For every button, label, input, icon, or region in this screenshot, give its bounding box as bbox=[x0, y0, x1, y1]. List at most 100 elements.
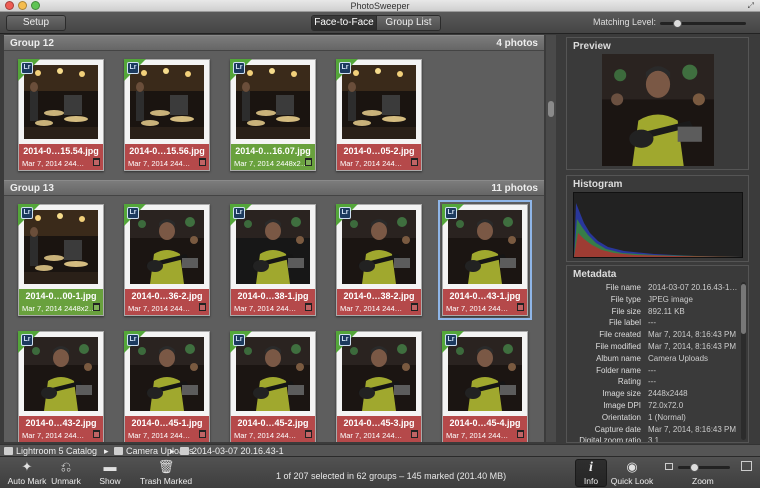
photo-info-strip: 2014-0…38-1.jpg Mar 7, 2014 244… bbox=[231, 289, 315, 315]
unmark-icon: ⎌ bbox=[60, 459, 72, 474]
metadata-key: File type bbox=[610, 294, 641, 304]
trash-mark-icon[interactable] bbox=[199, 430, 206, 438]
photo-card[interactable]: Lr 2014-0…15.56.jpg Mar 7, 2014 244… bbox=[124, 59, 210, 171]
path-bar: Lightroom 5 Catalog ▸ Camera Uploads ▸ 2… bbox=[0, 444, 760, 456]
trash-mark-icon[interactable] bbox=[93, 430, 100, 438]
lightroom-icon: Lr bbox=[233, 62, 245, 74]
show-marked-button[interactable]: ▬ Show Marked bbox=[85, 460, 135, 488]
zoom-slider[interactable] bbox=[678, 463, 730, 472]
metadata-row: Album name Camera Uploads bbox=[567, 353, 742, 365]
lightroom-icon: Lr bbox=[339, 207, 351, 219]
matching-level-slider[interactable] bbox=[660, 19, 746, 28]
metadata-title: Metadata bbox=[573, 269, 617, 280]
photo-meta: Mar 7, 2014 244… bbox=[340, 304, 403, 313]
eye-icon: ◉ bbox=[626, 459, 638, 474]
grid-scrollbar[interactable] bbox=[546, 35, 556, 442]
photo-card[interactable]: Lr 2014-0…38-2.jpg Mar 7, 2014 244… bbox=[336, 204, 422, 316]
tab-group-list[interactable]: Group List bbox=[376, 16, 440, 30]
lightroom-icon: Lr bbox=[21, 62, 33, 74]
photo-info-strip: 2014-0…38-2.jpg Mar 7, 2014 244… bbox=[337, 289, 421, 315]
metadata-key: Image size bbox=[602, 389, 641, 399]
metadata-row: File type JPEG image bbox=[567, 294, 742, 306]
trash-mark-icon[interactable] bbox=[411, 303, 418, 311]
trash-mark-icon[interactable] bbox=[411, 430, 418, 438]
photo-meta: Mar 7, 2014 2448x2… bbox=[22, 304, 97, 313]
photo-filename: 2014-0…43-1.jpg bbox=[449, 291, 521, 301]
metadata-value: 72.0x72.0 bbox=[648, 400, 684, 410]
unmark-button[interactable]: ⎌ Unmark bbox=[50, 459, 82, 487]
grid-scrollbar-thumb[interactable] bbox=[548, 101, 554, 117]
metadata-scrollbar-thumb[interactable] bbox=[741, 284, 746, 334]
metadata-row: File name 2014-03-07 20.16.43-1… bbox=[567, 282, 742, 294]
metadata-panel: Metadata File name 2014-03-07 20.16.43-1… bbox=[566, 265, 749, 443]
magic-wand-icon: ✦ bbox=[21, 459, 33, 474]
photo-card[interactable]: Lr 2014-0…00-1.jpg Mar 7, 2014 2448x2… bbox=[18, 204, 104, 316]
photo-info-strip: 2014-0…00-1.jpg Mar 7, 2014 2448x2… bbox=[19, 289, 103, 315]
photo-info-strip: 2014-0…43-1.jpg Mar 7, 2014 244… bbox=[443, 289, 527, 315]
trash-mark-icon[interactable] bbox=[517, 303, 524, 311]
folder-icon bbox=[114, 447, 123, 455]
show-marked-icon: ▬ bbox=[103, 459, 117, 474]
photo-filename: 2014-0…16.07.jpg bbox=[235, 146, 311, 156]
trash-mark-icon[interactable] bbox=[305, 158, 312, 166]
photo-card[interactable]: Lr 2014-0…15.54.jpg Mar 7, 2014 244… bbox=[18, 59, 104, 171]
metadata-key: Album name bbox=[596, 353, 641, 363]
matching-level-label: Matching Level: bbox=[593, 17, 657, 27]
group-header[interactable]: Group 13 11 photos bbox=[4, 180, 544, 196]
photo-filename: 2014-0…38-1.jpg bbox=[237, 291, 309, 301]
group-photo-count: 11 photos bbox=[491, 183, 538, 194]
trash-mark-icon[interactable] bbox=[93, 158, 100, 166]
info-button[interactable]: i Info bbox=[575, 459, 607, 487]
auto-mark-button[interactable]: ✦ Auto Mark bbox=[6, 459, 48, 487]
metadata-value: Camera Uploads bbox=[648, 353, 709, 363]
photo-info-strip: 2014-0…45-2.jpg Mar 7, 2014 244… bbox=[231, 416, 315, 442]
photo-card[interactable]: Lr 2014-0…36-2.jpg Mar 7, 2014 244… bbox=[124, 204, 210, 316]
tab-face-to-face[interactable]: Face-to-Face bbox=[312, 16, 376, 30]
lightroom-icon: Lr bbox=[339, 334, 351, 346]
photo-card[interactable]: Lr 2014-0…38-1.jpg Mar 7, 2014 244… bbox=[230, 204, 316, 316]
histogram-title: Histogram bbox=[573, 179, 623, 190]
photo-card[interactable]: Lr 2014-0…45-4.jpg Mar 7, 2014 244… bbox=[442, 331, 528, 442]
photo-meta: Mar 7, 2014 244… bbox=[234, 304, 297, 313]
zoom-label: Zoom bbox=[692, 476, 714, 486]
metadata-row: File label --- bbox=[567, 317, 742, 329]
trash-mark-icon[interactable] bbox=[411, 158, 418, 166]
trash-mark-icon[interactable] bbox=[93, 303, 100, 311]
photo-filename: 2014-0…45-3.jpg bbox=[343, 418, 415, 428]
photo-card[interactable]: Lr 2014-0…45-1.jpg Mar 7, 2014 244… bbox=[124, 331, 210, 442]
zoom-slider-knob[interactable] bbox=[689, 463, 699, 472]
metadata-key: Rating bbox=[617, 377, 641, 387]
trash-mark-icon[interactable] bbox=[199, 158, 206, 166]
photo-card[interactable]: Lr 2014-0…45-3.jpg Mar 7, 2014 244… bbox=[336, 331, 422, 442]
photo-info-strip: 2014-0…15.56.jpg Mar 7, 2014 244… bbox=[125, 144, 209, 170]
trash-mark-icon[interactable] bbox=[517, 430, 524, 438]
photo-card[interactable]: Lr 2014-0…43-2.jpg Mar 7, 2014 244… bbox=[18, 331, 104, 442]
histogram-graph bbox=[573, 192, 743, 258]
metadata-scrollbar[interactable] bbox=[741, 282, 746, 440]
view-mode-segmented-control: Face-to-Face Group List bbox=[311, 15, 441, 31]
group-header[interactable]: Group 12 4 photos bbox=[4, 35, 544, 51]
metadata-key: Orientation bbox=[601, 412, 641, 422]
setup-button[interactable]: Setup bbox=[6, 15, 66, 31]
group-photo-count: 4 photos bbox=[496, 38, 538, 49]
metadata-key: File created bbox=[599, 330, 641, 340]
trash-mark-icon[interactable] bbox=[199, 303, 206, 311]
metadata-value: --- bbox=[648, 318, 656, 328]
preview-title: Preview bbox=[573, 41, 611, 52]
metadata-value: 2014-03-07 20.16.43-1… bbox=[648, 283, 738, 292]
trash-mark-icon[interactable] bbox=[305, 303, 312, 311]
matching-level-slider-knob[interactable] bbox=[673, 19, 683, 28]
trash-mark-icon[interactable] bbox=[305, 430, 312, 438]
quick-look-button[interactable]: ◉ Quick Look bbox=[610, 459, 654, 487]
photo-card[interactable]: Lr 2014-0…45-2.jpg Mar 7, 2014 244… bbox=[230, 331, 316, 442]
trash-marked-button[interactable]: 🗑 Trash Marked bbox=[139, 460, 193, 487]
photo-info-strip: 2014-0…05-2.jpg Mar 7, 2014 244… bbox=[337, 144, 421, 170]
metadata-key: Digital zoom ratio bbox=[579, 436, 641, 443]
file-icon bbox=[180, 447, 189, 455]
metadata-value: --- bbox=[648, 377, 656, 387]
fullscreen-icon[interactable]: ⤢ bbox=[748, 2, 754, 10]
photo-meta: Mar 7, 2014 2448x2… bbox=[234, 159, 309, 168]
photo-card[interactable]: Lr 2014-0…05-2.jpg Mar 7, 2014 244… bbox=[336, 59, 422, 171]
photo-card[interactable]: Lr 2014-0…43-1.jpg Mar 7, 2014 244… bbox=[438, 200, 532, 320]
photo-card[interactable]: Lr 2014-0…16.07.jpg Mar 7, 2014 2448x2… bbox=[230, 59, 316, 171]
